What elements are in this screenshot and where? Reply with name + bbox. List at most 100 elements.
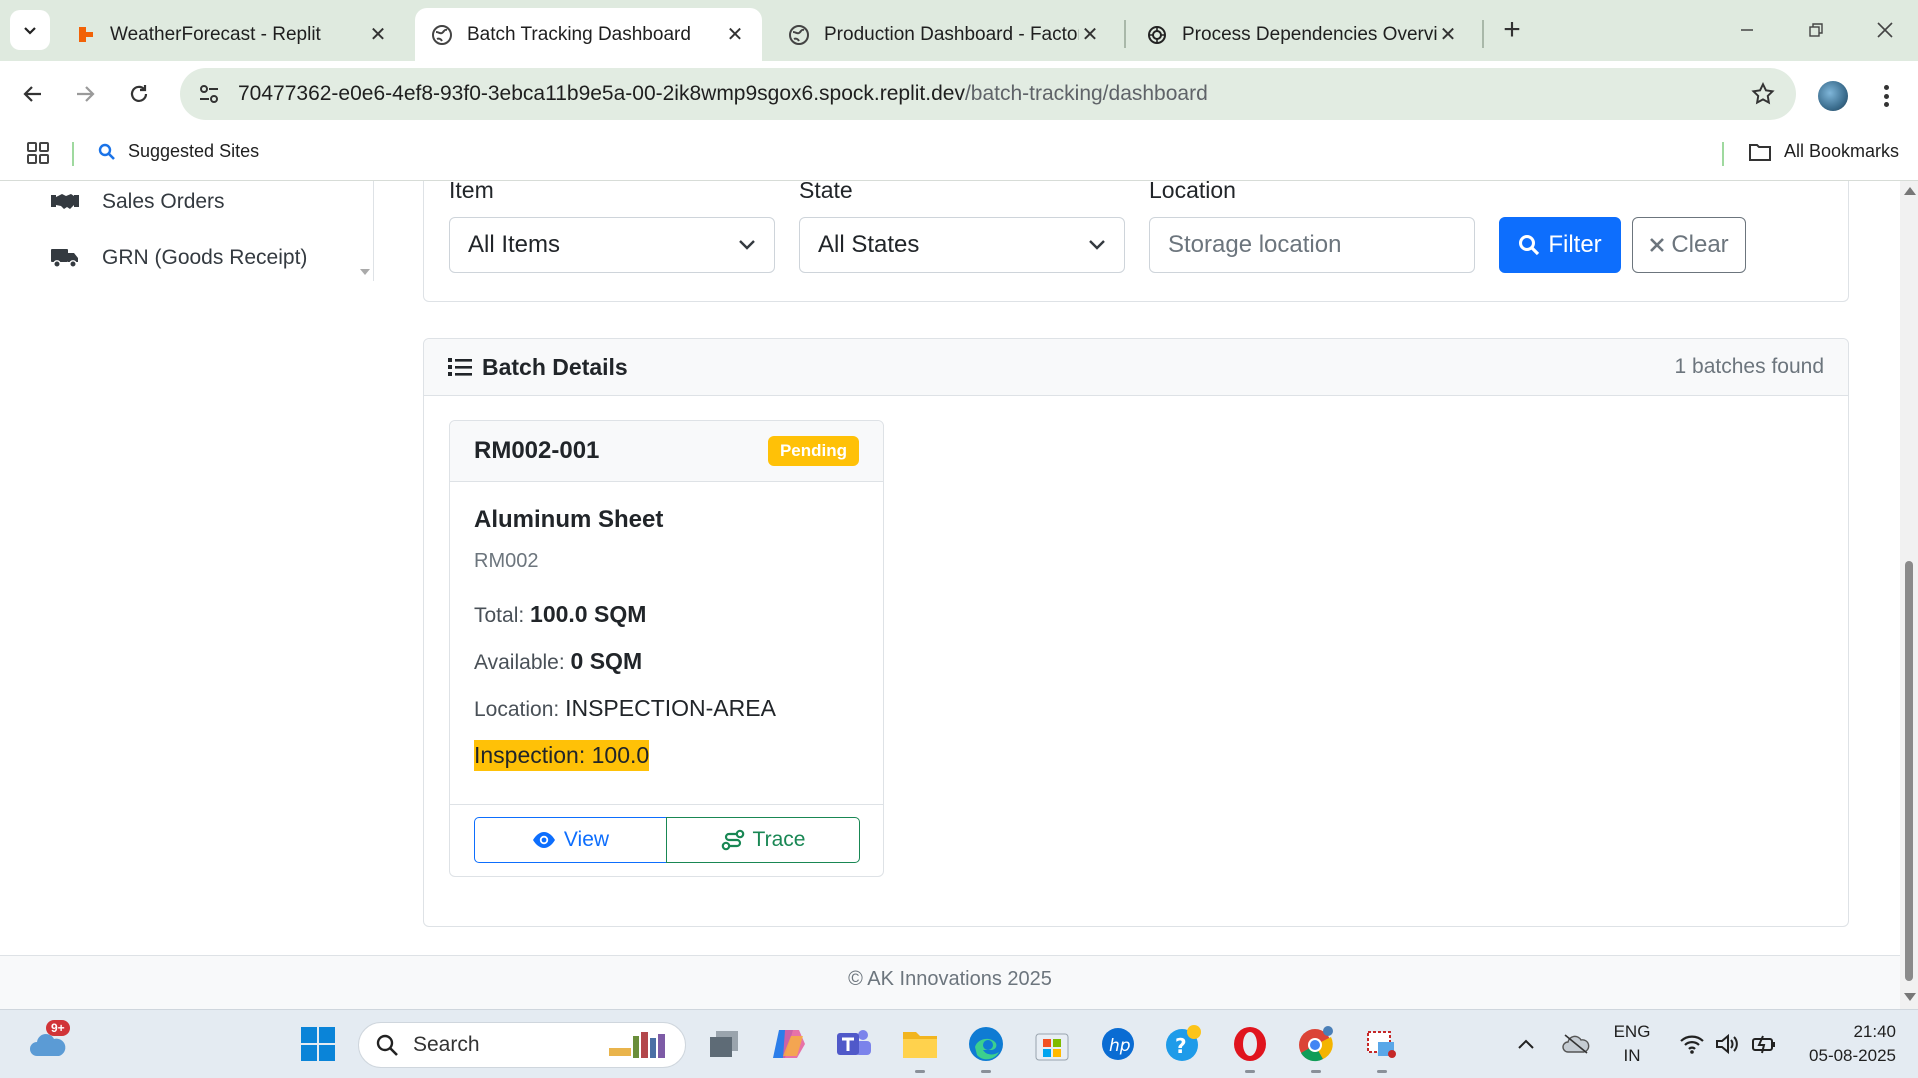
snipping-tool-app[interactable] <box>1362 1024 1402 1064</box>
quick-settings-button[interactable] <box>1668 1024 1788 1064</box>
teams-app[interactable] <box>834 1024 874 1064</box>
browser-toolbar: 70477362-e0e6-4ef8-93f0-3ebca11b9e5a-00-… <box>0 61 1918 127</box>
running-indicator <box>915 1070 925 1073</box>
clock-time: 21:40 <box>1853 1022 1896 1041</box>
page-footer: © AK Innovations 2025 <box>0 955 1900 1009</box>
tab-weatherforecast[interactable]: WeatherForecast - Replit ✕ <box>60 8 405 61</box>
close-icon[interactable]: ✕ <box>724 22 746 47</box>
batch-count: 1 batches found <box>1674 355 1824 378</box>
bookmark-star-button[interactable] <box>1750 81 1776 112</box>
back-button[interactable] <box>12 73 54 115</box>
batch-details-header: Batch Details 1 batches found <box>424 339 1848 396</box>
batch-total: Total: 100.0 SQM <box>474 601 859 628</box>
apps-button[interactable] <box>26 141 50 170</box>
chrome-app[interactable] <box>1296 1024 1336 1064</box>
inspection-highlight: Inspection: 100.0 <box>474 740 650 771</box>
tab-search-button[interactable] <box>10 10 50 50</box>
help-app[interactable]: ? <box>1164 1024 1204 1064</box>
sidebar-item-sales-orders[interactable]: Sales Orders <box>50 182 225 222</box>
search-icon <box>1519 235 1540 256</box>
footer-copyright: © AK Innovations 2025 <box>848 968 1052 990</box>
location-input[interactable] <box>1149 217 1475 273</box>
location-filter-label: Location <box>1149 181 1236 203</box>
bookmarks-bar: Suggested Sites All Bookmarks <box>0 127 1918 181</box>
snipping-icon <box>1367 1031 1396 1058</box>
folder-icon <box>1749 143 1771 161</box>
site-info-button[interactable] <box>180 82 238 106</box>
clock[interactable]: 21:40 05-08-2025 <box>1786 1022 1896 1066</box>
url-path: /batch-tracking/dashboard <box>964 82 1208 105</box>
page-content: Sales Orders GRN (Goods Receipt) Item Al… <box>0 181 1900 1009</box>
batch-card-header: RM002-001 Pending <box>450 421 883 482</box>
tab-strip: WeatherForecast - Replit ✕ Batch Trackin… <box>0 0 1918 61</box>
clear-button[interactable]: Clear <box>1632 217 1746 273</box>
battery-charging-icon <box>1752 1035 1775 1054</box>
copilot-app[interactable] <box>769 1024 809 1064</box>
opera-icon <box>1234 1027 1266 1061</box>
new-tab-button[interactable]: + <box>1494 12 1530 48</box>
store-app[interactable] <box>1032 1024 1072 1064</box>
restore-icon <box>1809 23 1823 37</box>
language-code: ENG <box>1613 1022 1651 1041</box>
filter-panel: Item All Items State All States Location… <box>423 181 1849 302</box>
forward-button[interactable] <box>64 73 106 115</box>
close-icon[interactable]: ✕ <box>367 22 389 47</box>
help-icon: ? <box>1166 1025 1201 1061</box>
bookmark-divider <box>72 142 74 166</box>
address-bar[interactable]: 70477362-e0e6-4ef8-93f0-3ebca11b9e5a-00-… <box>180 68 1796 120</box>
all-bookmarks-button[interactable]: All Bookmarks <box>1748 141 1899 162</box>
star-icon <box>1751 82 1775 105</box>
onedrive-status[interactable] <box>1556 1024 1596 1064</box>
tab-separator <box>1482 20 1484 48</box>
scroll-down-icon[interactable] <box>1904 993 1916 1001</box>
batch-details-title-text: Batch Details <box>482 353 628 380</box>
tab-production-dashboard[interactable]: Production Dashboard - Factory ✕ <box>772 8 1117 61</box>
batch-available: Available: 0 SQM <box>474 648 859 675</box>
task-view-button[interactable] <box>704 1024 744 1064</box>
chrome-icon <box>1299 1026 1333 1062</box>
url-text: 70477362-e0e6-4ef8-93f0-3ebca11b9e5a-00-… <box>238 82 1208 106</box>
batch-card-body: Aluminum Sheet RM002 Total: 100.0 SQM Av… <box>450 482 883 771</box>
running-indicator <box>1311 1070 1321 1073</box>
page-scrollbar[interactable] <box>1900 181 1918 1009</box>
reload-button[interactable] <box>118 73 160 115</box>
sidebar-scroll-down-icon[interactable] <box>360 269 370 275</box>
profile-avatar[interactable] <box>1818 81 1848 111</box>
close-icon[interactable]: ✕ <box>1079 22 1101 47</box>
language-indicator[interactable]: ENG IN <box>1604 1022 1660 1066</box>
show-hidden-icons-button[interactable] <box>1506 1024 1546 1064</box>
browser-menu-button[interactable] <box>1876 79 1896 113</box>
scroll-up-icon[interactable] <box>1904 187 1916 195</box>
close-window-button[interactable] <box>1860 10 1910 50</box>
running-indicator <box>1377 1070 1387 1073</box>
opera-app[interactable] <box>1230 1024 1270 1064</box>
globe-icon <box>432 24 452 45</box>
sidebar-item-grn[interactable]: GRN (Goods Receipt) <box>50 238 307 278</box>
taskbar-search[interactable]: Search <box>358 1022 686 1068</box>
file-explorer-app[interactable] <box>900 1024 940 1064</box>
hp-app[interactable]: hp <box>1098 1024 1138 1064</box>
chevron-up-icon <box>1518 1039 1534 1049</box>
restore-button[interactable] <box>1791 10 1841 50</box>
tab-process-dependencies[interactable]: Process Dependencies Overview ✕ <box>1130 8 1475 61</box>
minimize-button[interactable] <box>1722 10 1772 50</box>
item-select[interactable]: All Items <box>449 217 775 273</box>
start-button[interactable] <box>298 1024 338 1064</box>
state-select-value: All States <box>818 231 920 258</box>
folder-icon <box>903 1032 937 1058</box>
state-select[interactable]: All States <box>799 217 1125 273</box>
batch-available-label: Available: <box>474 651 565 674</box>
close-icon[interactable]: ✕ <box>1437 22 1459 47</box>
bookmark-suggested-sites[interactable]: Suggested Sites <box>98 141 259 162</box>
truck-icon <box>51 249 78 268</box>
trace-button[interactable]: Trace <box>666 817 860 863</box>
svg-text:hp: hp <box>1109 1036 1131 1056</box>
edge-app[interactable] <box>966 1024 1006 1064</box>
chevron-down-icon <box>739 240 755 250</box>
filter-button[interactable]: Filter <box>1499 217 1621 273</box>
bookmark-label: All Bookmarks <box>1784 141 1900 161</box>
view-button[interactable]: View <box>474 817 667 863</box>
search-icon <box>376 1034 398 1056</box>
scrollbar-thumb[interactable] <box>1905 561 1913 981</box>
tab-batch-tracking[interactable]: Batch Tracking Dashboard ✕ <box>415 8 762 61</box>
